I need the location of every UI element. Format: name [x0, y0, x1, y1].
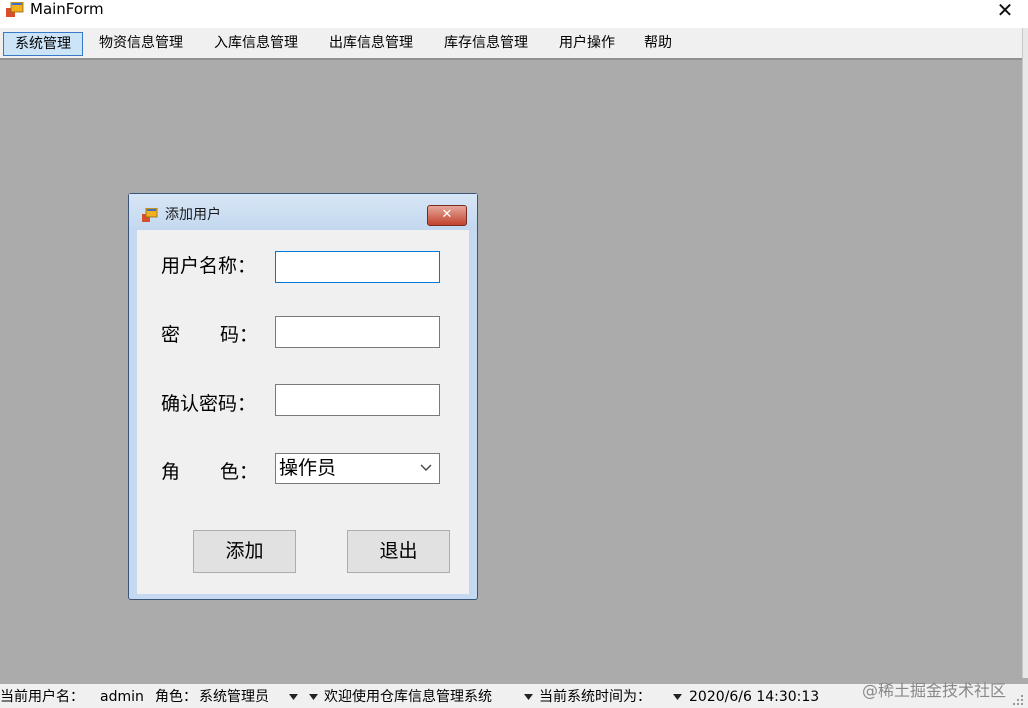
dropdown-arrow-icon[interactable]: [289, 694, 298, 700]
confirm-password-label: 确认密码：: [161, 393, 257, 415]
app-form-icon: [6, 2, 24, 17]
close-icon[interactable]: ✕: [990, 0, 1020, 22]
username-label: 用户名称：: [161, 255, 257, 277]
menu-bar: 系统管理 物资信息管理 入库信息管理 出库信息管理 库存信息管理 用户操作 帮助: [0, 28, 1024, 60]
menu-item-system[interactable]: 系统管理: [3, 32, 83, 56]
watermark-text: @稀土掘金技术社区: [862, 681, 1007, 700]
status-time-label: 当前系统时间为：: [539, 689, 651, 705]
status-time-value: 2020/6/6 14:30:13: [689, 689, 820, 705]
role-label-first: 角: [161, 461, 181, 483]
status-role-label: 角色：: [155, 689, 197, 705]
username-input[interactable]: [275, 251, 440, 283]
menu-item-user-ops[interactable]: 用户操作: [548, 32, 626, 56]
password-label-first: 密: [161, 324, 181, 346]
role-label-second: 色：: [220, 461, 259, 483]
role-select-value: 操作员: [279, 457, 337, 479]
dropdown-arrow-icon[interactable]: [524, 694, 533, 700]
password-label-second: 码：: [220, 324, 259, 346]
status-role-value: 系统管理员: [199, 689, 269, 705]
password-input[interactable]: [275, 316, 440, 348]
confirm-password-input[interactable]: [275, 384, 440, 416]
dialog-form-icon: [142, 208, 158, 222]
menu-item-materials[interactable]: 物资信息管理: [88, 32, 194, 56]
status-welcome: 欢迎使用仓库信息管理系统: [324, 689, 492, 705]
title-bar: MainForm ✕: [0, 0, 1028, 28]
dialog-title-bar[interactable]: 添加用户 ✕: [129, 194, 477, 230]
menu-item-help[interactable]: 帮助: [633, 32, 683, 56]
chevron-down-icon: [420, 464, 432, 471]
menu-item-inventory[interactable]: 库存信息管理: [433, 32, 539, 56]
menu-item-inbound[interactable]: 入库信息管理: [203, 32, 309, 56]
main-window: MainForm ✕ 系统管理 物资信息管理 入库信息管理 出库信息管理 库存信…: [0, 0, 1028, 708]
status-user-value: admin: [100, 689, 144, 705]
add-button[interactable]: 添加: [193, 530, 296, 573]
resize-grip-icon[interactable]: [1012, 694, 1024, 706]
menu-item-outbound[interactable]: 出库信息管理: [318, 32, 424, 56]
dialog-close-icon[interactable]: ✕: [427, 205, 467, 226]
dropdown-arrow-icon[interactable]: [309, 694, 318, 700]
window-right-edge: [1022, 28, 1028, 678]
exit-button[interactable]: 退出: [347, 530, 450, 573]
window-title: MainForm: [30, 0, 104, 18]
dropdown-arrow-icon[interactable]: [673, 694, 682, 700]
role-select[interactable]: 操作员: [275, 453, 440, 484]
status-user-label: 当前用户名：: [0, 689, 84, 705]
dialog-title: 添加用户: [165, 207, 221, 223]
